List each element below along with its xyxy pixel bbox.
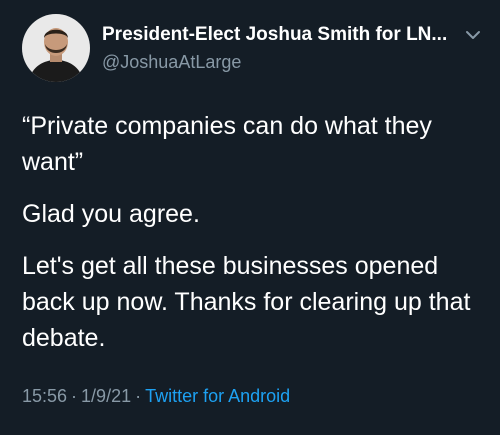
avatar[interactable]	[22, 14, 90, 82]
author-names: President-Elect Joshua Smith for LN... @…	[102, 24, 457, 73]
author-handle[interactable]: @JoshuaAtLarge	[102, 51, 457, 73]
author-display-name[interactable]: President-Elect Joshua Smith for LN...	[102, 24, 457, 46]
tweet-header: President-Elect Joshua Smith for LN... @…	[22, 14, 492, 82]
tweet-paragraph: Let's get all these businesses opened ba…	[22, 252, 471, 352]
tweet: President-Elect Joshua Smith for LN... @…	[0, 0, 500, 435]
avatar-photo	[22, 14, 90, 82]
tweet-time: 15:56	[22, 386, 68, 406]
tweet-date: 1/9/21	[81, 386, 132, 406]
chevron-down-icon[interactable]	[462, 24, 484, 46]
tweet-paragraph: Glad you agree.	[22, 200, 200, 228]
meta-separator: ·	[71, 386, 78, 406]
tweet-text: “Private companies can do what they want…	[22, 108, 482, 372]
tweet-meta: 15:56 · 1/9/21 · Twitter for Android	[22, 386, 290, 407]
meta-separator: ·	[135, 386, 142, 406]
tweet-source-link[interactable]: Twitter for Android	[145, 386, 290, 406]
tweet-paragraph: “Private companies can do what they want…	[22, 112, 432, 176]
